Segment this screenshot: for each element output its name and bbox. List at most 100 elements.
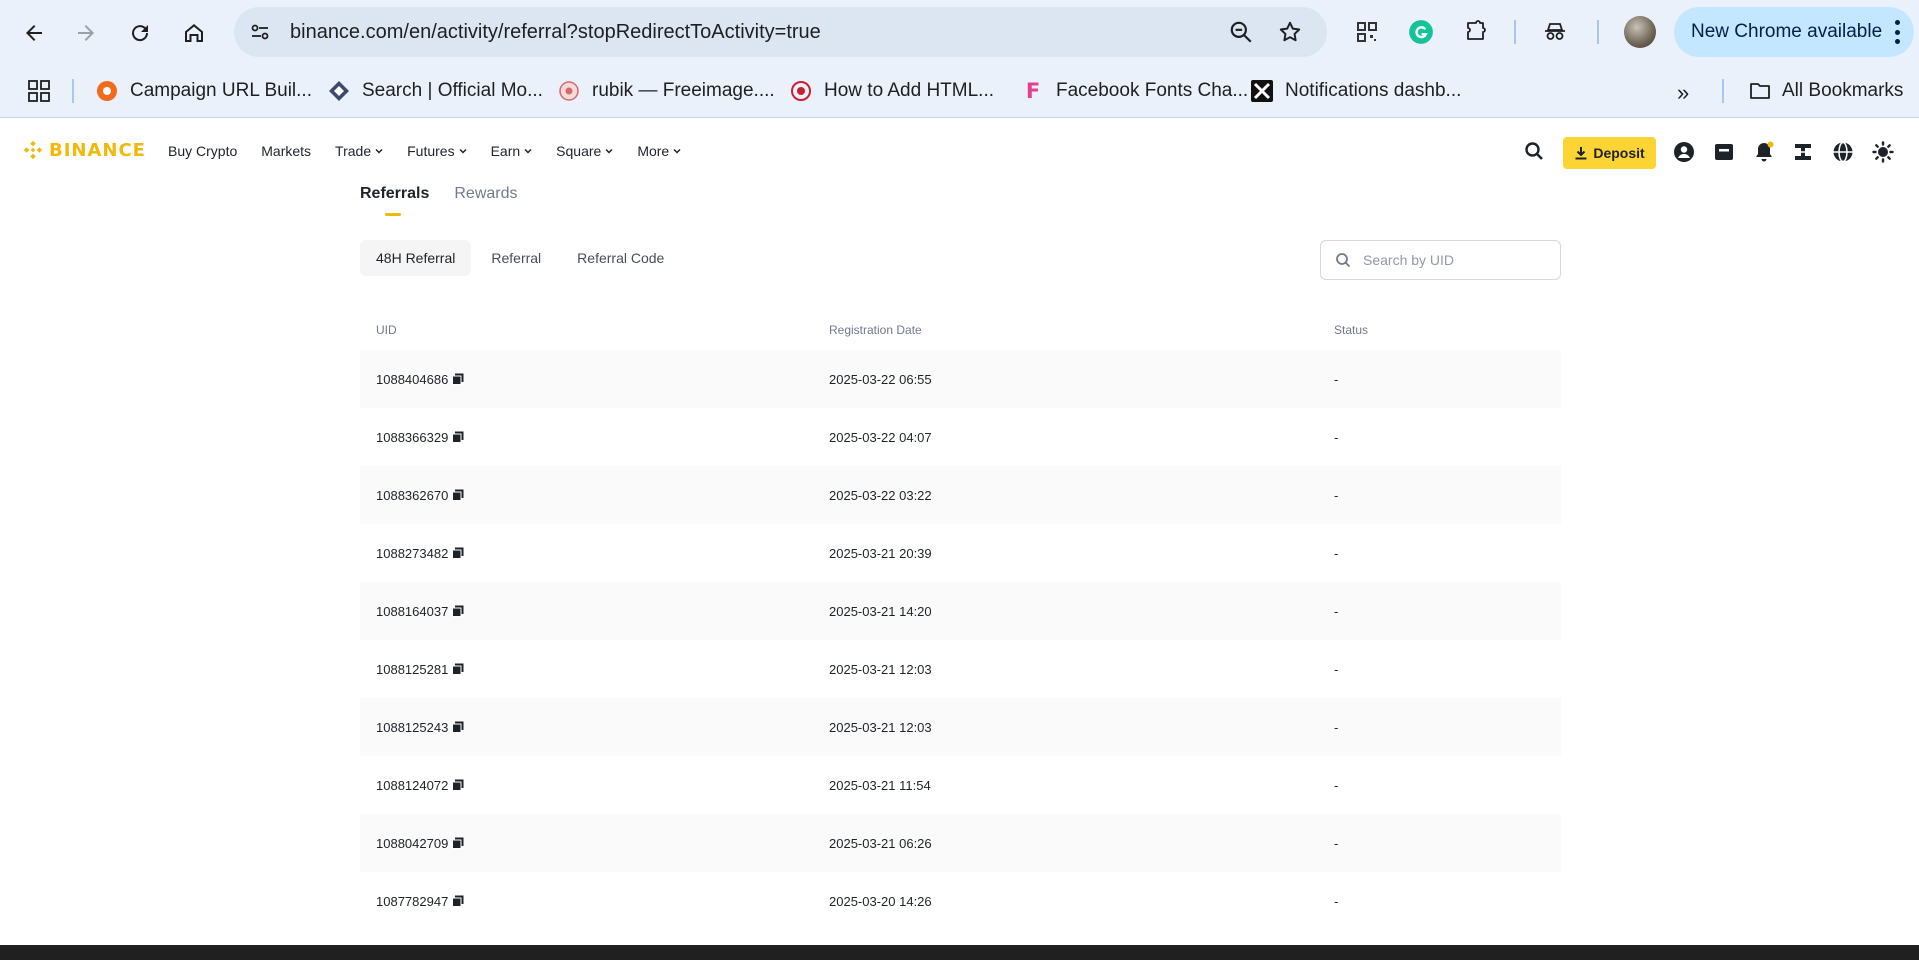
column-header-status: Status xyxy=(1334,323,1369,337)
profile-avatar[interactable] xyxy=(1624,16,1656,48)
all-bookmarks-button[interactable]: All Bookmarks xyxy=(1748,75,1903,107)
bookmark-label: Notifications dashb... xyxy=(1285,80,1462,101)
bookmarks-divider xyxy=(72,79,74,103)
chevron-down-icon xyxy=(375,148,383,154)
nav-markets[interactable]: Markets xyxy=(261,143,311,159)
nav-label: Markets xyxy=(261,143,312,159)
copy-icon[interactable] xyxy=(452,837,464,849)
referral-tabs: Referrals Rewards xyxy=(360,185,543,217)
download-icon xyxy=(1575,147,1587,160)
os-taskbar xyxy=(0,945,1919,960)
nav-more[interactable]: More xyxy=(637,143,681,159)
notifications-site-icon xyxy=(1251,80,1273,102)
bookmark-star-icon[interactable] xyxy=(1277,19,1303,45)
registration-date-value: 2025-03-21 14:20 xyxy=(829,603,932,619)
zoom-icon[interactable] xyxy=(1228,19,1254,45)
theme-settings-icon[interactable] xyxy=(1872,141,1894,163)
copy-icon[interactable] xyxy=(452,373,464,385)
copy-icon[interactable] xyxy=(452,721,464,733)
bookmarks-divider xyxy=(1722,79,1724,103)
download-app-icon[interactable] xyxy=(1792,141,1814,163)
table-row: 1088362670 2025-03-22 03:22 - xyxy=(360,466,1561,524)
uid-value: 1088273482 xyxy=(376,545,449,561)
bookmark-notifications-dashboard[interactable]: Notifications dashb... xyxy=(1251,75,1461,107)
tab-referrals[interactable]: Referrals xyxy=(360,185,429,217)
url-text[interactable]: binance.com/en/activity/referral?stopRed… xyxy=(290,7,821,57)
forward-button[interactable] xyxy=(66,13,106,53)
registration-date-value: 2025-03-21 12:03 xyxy=(829,661,932,677)
bookmark-label: Facebook Fonts Cha... xyxy=(1056,80,1249,101)
table-row: 1088404686 2025-03-22 06:55 - xyxy=(360,350,1561,408)
copy-icon[interactable] xyxy=(452,489,464,501)
deposit-button[interactable]: Deposit xyxy=(1563,137,1656,169)
campaign-icon xyxy=(96,80,118,102)
column-header-registration-date: Registration Date xyxy=(829,323,922,337)
nav-buy-crypto[interactable]: Buy Crypto xyxy=(168,143,237,159)
home-button[interactable] xyxy=(174,13,214,53)
uid-value: 1088125243 xyxy=(376,719,449,735)
bookmark-freeimage[interactable]: rubik — Freeimage.... xyxy=(558,75,775,107)
toolbar-divider xyxy=(1597,20,1599,44)
site-settings-icon[interactable] xyxy=(248,20,272,44)
chrome-menu-icon[interactable] xyxy=(1894,20,1900,44)
table-row: 1088125243 2025-03-21 12:03 - xyxy=(360,698,1561,756)
incognito-icon[interactable] xyxy=(1541,18,1569,46)
subtab-referral-code[interactable]: Referral Code xyxy=(561,240,680,276)
bookmarks-bar: Campaign URL Buil... Search | Official M… xyxy=(0,65,1919,118)
bookmark-search-official[interactable]: Search | Official Mo... xyxy=(328,75,543,107)
address-bar[interactable]: binance.com/en/activity/referral?stopRed… xyxy=(234,7,1327,57)
apps-grid-icon[interactable] xyxy=(28,80,50,102)
status-value: - xyxy=(1334,371,1339,387)
tab-rewards[interactable]: Rewards xyxy=(454,185,517,217)
grammarly-extension-icon[interactable] xyxy=(1407,18,1435,46)
wallet-icon[interactable] xyxy=(1713,141,1735,163)
uid-value: 1088404686 xyxy=(376,371,449,387)
nav-futures[interactable]: Futures xyxy=(407,143,467,159)
fonts-site-icon: F xyxy=(1025,79,1041,103)
back-arrow-icon xyxy=(26,25,42,41)
main-navigation: Buy Crypto Markets Trade Futures Earn Sq… xyxy=(168,119,705,183)
copy-icon[interactable] xyxy=(452,779,464,791)
nav-square[interactable]: Square xyxy=(556,143,613,159)
language-globe-icon[interactable] xyxy=(1832,141,1854,163)
copy-icon[interactable] xyxy=(452,605,464,617)
browser-toolbar: binance.com/en/activity/referral?stopRed… xyxy=(0,0,1919,65)
referral-table: UID Registration Date Status 1088404686 … xyxy=(360,310,1561,930)
uid-value: 1088125281 xyxy=(376,661,449,677)
registration-date-value: 2025-03-22 03:22 xyxy=(829,487,932,503)
copy-icon[interactable] xyxy=(452,431,464,443)
user-account-icon[interactable] xyxy=(1673,141,1695,163)
bookmark-campaign-url-builder[interactable]: Campaign URL Buil... xyxy=(96,75,312,107)
nav-label: Square xyxy=(556,143,602,159)
deposit-label: Deposit xyxy=(1593,145,1645,161)
uid-value: 1088164037 xyxy=(376,603,449,619)
copy-icon[interactable] xyxy=(452,547,464,559)
bookmark-how-to-add-html[interactable]: How to Add HTML... xyxy=(790,75,994,107)
registration-date-value: 2025-03-22 04:07 xyxy=(829,429,932,445)
reload-button[interactable] xyxy=(120,13,160,53)
copy-icon[interactable] xyxy=(452,663,464,675)
binance-logo[interactable]: BINANCE xyxy=(22,139,146,161)
bookmark-label: Search | Official Mo... xyxy=(362,80,543,101)
back-button[interactable] xyxy=(14,13,54,53)
registration-date-value: 2025-03-22 06:55 xyxy=(829,371,932,387)
subtab-48h-referral[interactable]: 48H Referral xyxy=(360,240,472,276)
bookmark-label: rubik — Freeimage.... xyxy=(592,80,775,101)
nav-earn[interactable]: Earn xyxy=(491,143,533,159)
uid-search-box[interactable] xyxy=(1320,240,1561,280)
bookmark-facebook-fonts[interactable]: F Facebook Fonts Cha... xyxy=(1022,75,1248,107)
new-chrome-available-button[interactable]: New Chrome available xyxy=(1674,7,1914,57)
binance-logo-text: BINANCE xyxy=(49,139,146,161)
uid-search-input[interactable] xyxy=(1363,252,1543,268)
status-value: - xyxy=(1334,661,1339,677)
notification-bell-icon[interactable] xyxy=(1753,141,1775,163)
more-bookmarks-chevron-icon[interactable]: » xyxy=(1677,80,1689,106)
copy-icon[interactable] xyxy=(452,895,464,907)
search-icon[interactable] xyxy=(1524,141,1544,161)
nav-trade[interactable]: Trade xyxy=(335,143,383,159)
chevron-down-icon xyxy=(524,148,532,154)
qr-code-extension-icon[interactable] xyxy=(1353,18,1381,46)
all-bookmarks-label: All Bookmarks xyxy=(1782,80,1904,101)
extensions-puzzle-icon[interactable] xyxy=(1462,18,1490,46)
subtab-referral[interactable]: Referral xyxy=(475,240,557,276)
